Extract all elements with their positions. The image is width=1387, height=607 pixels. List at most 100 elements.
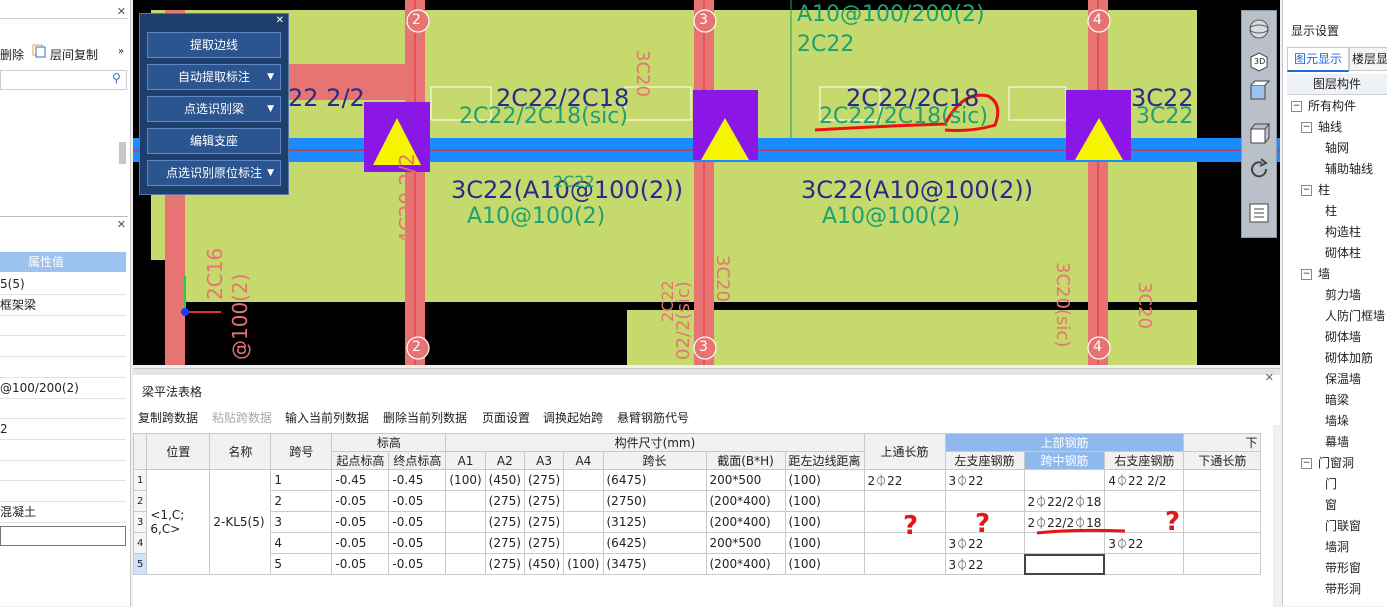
cell-start[interactable]: -0.05: [331, 553, 390, 575]
cell-a1[interactable]: [445, 532, 486, 554]
tree-item[interactable]: 门联窗: [1325, 517, 1361, 534]
delete-button[interactable]: 删除: [0, 46, 24, 63]
cell-start[interactable]: -0.05: [331, 532, 390, 554]
delete-column-button[interactable]: 删除当前列数据: [383, 409, 467, 426]
property-row[interactable]: 2: [0, 419, 126, 440]
property-row[interactable]: @100/200(2): [0, 378, 126, 399]
cell-right[interactable]: [1104, 553, 1185, 575]
cell-end[interactable]: -0.05: [388, 490, 447, 512]
cell-a2[interactable]: (275): [484, 553, 525, 575]
cell-a3[interactable]: (450): [523, 553, 565, 575]
cell-a1[interactable]: [445, 490, 486, 512]
cell-start[interactable]: -0.45: [331, 469, 390, 491]
auto-extract-label-button[interactable]: 自动提取标注 ▼: [147, 64, 281, 90]
cell-a4[interactable]: (100): [563, 553, 604, 575]
tree-item[interactable]: 墙垛: [1325, 412, 1349, 429]
swap-start-span-button[interactable]: 调换起始跨: [543, 409, 603, 426]
tree-item[interactable]: 辅助轴线: [1325, 160, 1373, 177]
cube-top-icon[interactable]: [1247, 79, 1271, 103]
property-row[interactable]: [0, 315, 126, 337]
cell-span[interactable]: 4: [270, 532, 333, 554]
cell-span[interactable]: 3: [270, 511, 333, 533]
cell-sec[interactable]: 200*500: [705, 469, 786, 491]
cell-mid[interactable]: [1023, 553, 1106, 575]
tree-item[interactable]: 柱: [1325, 202, 1337, 219]
cell-a3[interactable]: (275): [523, 532, 565, 554]
globe-icon[interactable]: [1247, 17, 1271, 41]
tree-item[interactable]: 人防门框墙: [1325, 307, 1385, 324]
cell-sec[interactable]: (200*400): [705, 511, 786, 533]
tree-item[interactable]: 砌体柱: [1325, 244, 1361, 261]
tree-item[interactable]: 幕墙: [1325, 433, 1349, 450]
tree-item[interactable]: − 所有构件: [1291, 97, 1356, 114]
cell-end[interactable]: -0.05: [388, 553, 447, 575]
cell-top[interactable]: [863, 490, 946, 512]
cell-a3[interactable]: (275): [523, 469, 565, 491]
cell-bot[interactable]: [1183, 469, 1262, 491]
cell-len[interactable]: (2750): [602, 490, 707, 512]
pick-identify-beam-button[interactable]: 点选识别梁 ▼: [147, 96, 281, 122]
cell-top[interactable]: [863, 553, 946, 575]
property-row[interactable]: [0, 336, 126, 358]
cell-a1[interactable]: [445, 553, 486, 575]
cell-bot[interactable]: [1183, 553, 1262, 575]
layer-icon[interactable]: [1247, 201, 1271, 225]
cell-a4[interactable]: [563, 490, 604, 512]
tree-item[interactable]: 剪力墙: [1325, 286, 1361, 303]
property-row[interactable]: [0, 481, 126, 502]
close-icon[interactable]: ✕: [1265, 371, 1274, 384]
tree-item[interactable]: 砌体墙: [1325, 328, 1361, 345]
cell-a2[interactable]: (450): [484, 469, 525, 491]
cell-len[interactable]: (6475): [602, 469, 707, 491]
cell-start[interactable]: -0.05: [331, 511, 390, 533]
cell-mid[interactable]: 2⏀22/2⏀18: [1023, 490, 1106, 512]
collapse-icon[interactable]: −: [1301, 122, 1312, 133]
tree-item[interactable]: 窗: [1325, 496, 1337, 513]
tree-item[interactable]: 砌体加筋: [1325, 349, 1373, 366]
tree-item[interactable]: − 门窗洞: [1301, 454, 1354, 471]
property-row[interactable]: [0, 460, 126, 482]
property-edit-field[interactable]: [0, 526, 126, 546]
cell-start[interactable]: -0.05: [331, 490, 390, 512]
close-icon[interactable]: ✕: [276, 15, 284, 26]
close-icon[interactable]: ✕: [117, 218, 126, 231]
page-setup-button[interactable]: 页面设置: [482, 409, 530, 426]
collapse-icon[interactable]: −: [1291, 101, 1302, 112]
drawing-canvas[interactable]: 2 3 4 2 3 4 22 2/2 2C22/2C18 2C22/2C18(s…: [133, 0, 1280, 365]
cell-span[interactable]: 2: [270, 490, 333, 512]
more-icon[interactable]: »: [118, 46, 124, 57]
cell-bot[interactable]: [1183, 511, 1262, 533]
cell-dist[interactable]: (100): [784, 553, 865, 575]
cell-position[interactable]: <1,C; 6,C>: [146, 469, 211, 575]
cell-bot[interactable]: [1183, 490, 1262, 512]
copy-span-data-button[interactable]: 复制跨数据: [138, 409, 198, 426]
cell-len[interactable]: (3125): [602, 511, 707, 533]
tab-element-display[interactable]: 图元显示: [1287, 47, 1349, 72]
tree-item[interactable]: − 墙: [1301, 265, 1330, 282]
cell-dist[interactable]: (100): [784, 511, 865, 533]
tree-item[interactable]: 暗梁: [1325, 391, 1349, 408]
search-input[interactable]: [0, 70, 127, 90]
edit-support-button[interactable]: 编辑支座: [147, 128, 281, 154]
cell-dist[interactable]: (100): [784, 469, 865, 491]
table-row[interactable]: 2 2 -0.05 -0.05 (275) (275) (2750) (200*400) (10…: [132, 490, 1262, 512]
cell-top[interactable]: 2⏀22: [863, 469, 946, 491]
cell-end[interactable]: -0.05: [388, 532, 447, 554]
collapse-icon[interactable]: −: [1301, 458, 1312, 469]
tree-item[interactable]: 带形洞: [1325, 580, 1361, 597]
collapse-icon[interactable]: −: [1301, 269, 1312, 280]
cube-iso-icon[interactable]: [1247, 121, 1271, 145]
property-row[interactable]: 混凝土: [0, 502, 126, 523]
cell-a3[interactable]: (275): [523, 490, 565, 512]
table-row[interactable]: 5 5 -0.05 -0.05 (275) (450) (100) (3475) (200*40…: [132, 553, 1262, 575]
copy-floor-button[interactable]: 层间复制: [50, 46, 98, 63]
cell-a4[interactable]: [563, 469, 604, 491]
close-icon[interactable]: ✕: [117, 5, 126, 18]
tree-item[interactable]: 构造柱: [1325, 223, 1361, 240]
cell-right[interactable]: 4⏀22 2/2: [1104, 469, 1185, 491]
cell-bot[interactable]: [1183, 532, 1262, 554]
cell-a2[interactable]: (275): [484, 511, 525, 533]
cell-dist[interactable]: (100): [784, 490, 865, 512]
cell-dist[interactable]: (100): [784, 532, 865, 554]
cell-sec[interactable]: (200*400): [705, 553, 786, 575]
